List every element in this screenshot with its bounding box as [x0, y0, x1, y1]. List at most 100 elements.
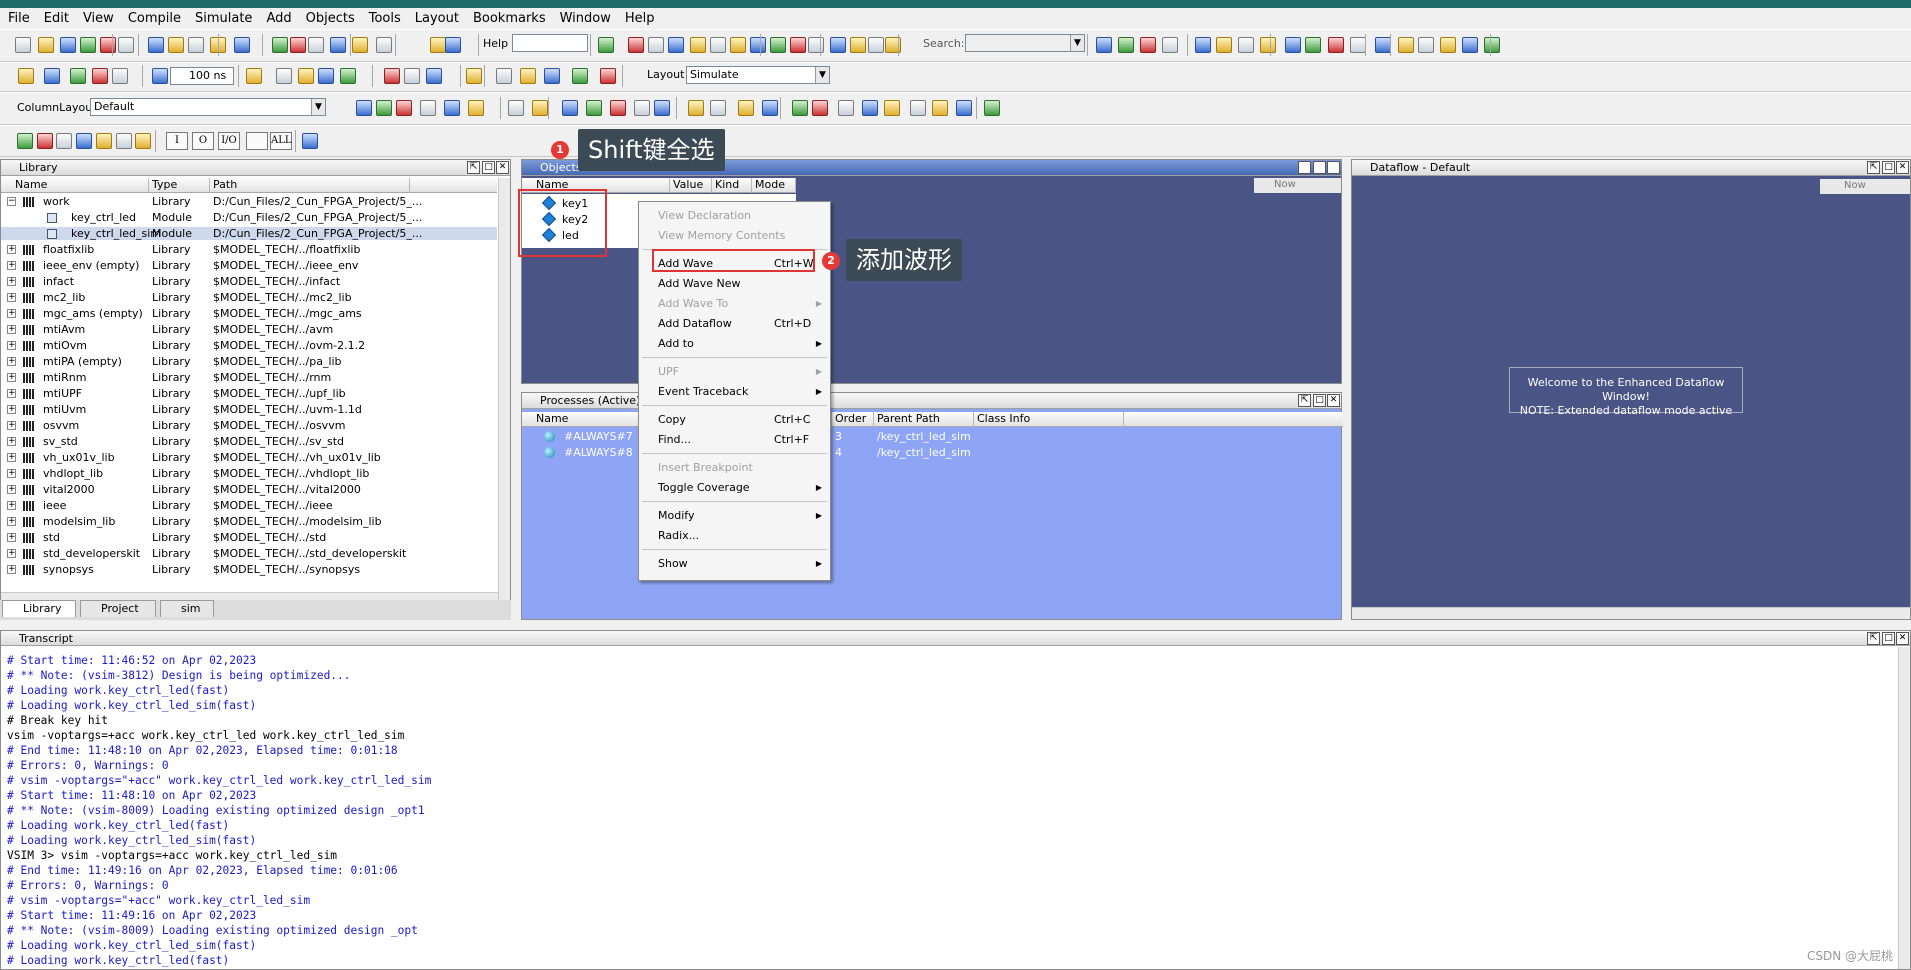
- toolbar-icon[interactable]: [37, 133, 53, 149]
- toolbar-icon[interactable]: [572, 68, 588, 84]
- col-parent-path[interactable]: Parent Path: [874, 412, 974, 427]
- chevron-down-icon[interactable]: ▼: [815, 67, 829, 83]
- filter-button[interactable]: [246, 132, 268, 150]
- filter-button[interactable]: ALL: [270, 132, 292, 150]
- expand-icon[interactable]: +: [7, 517, 16, 526]
- panel-close-button[interactable]: ✕: [496, 161, 509, 174]
- toolbar-icon[interactable]: [118, 37, 134, 53]
- panel-close-button[interactable]: ✕: [1896, 161, 1909, 174]
- library-row[interactable]: − work Library D:/Cun_Files/2_Cun_FPGA_Proj…: [1, 195, 497, 208]
- toolbar-icon[interactable]: [404, 68, 420, 84]
- toolbar-icon[interactable]: [850, 37, 866, 53]
- expand-icon[interactable]: +: [7, 309, 16, 318]
- toolbar-icon[interactable]: [1328, 37, 1344, 53]
- toolbar-icon[interactable]: [520, 68, 536, 84]
- menu-item-radix[interactable]: Radix...: [639, 526, 830, 546]
- toolbar-icon[interactable]: [1398, 37, 1414, 53]
- col-name[interactable]: Name: [1, 178, 149, 193]
- library-row[interactable]: + std_developerskit Library $MODEL_TECH/../…: [1, 547, 497, 560]
- col-type[interactable]: Type: [149, 178, 210, 193]
- library-row[interactable]: + osvvm Library $MODEL_TECH/../osvvm: [1, 419, 497, 432]
- menu-compile[interactable]: Compile: [128, 11, 181, 26]
- toolbar-icon[interactable]: [1096, 37, 1112, 53]
- toolbar-icon[interactable]: [1238, 37, 1254, 53]
- toolbar-icon[interactable]: [830, 37, 846, 53]
- toolbar-icon[interactable]: [688, 100, 704, 116]
- toolbar-icon[interactable]: [1285, 37, 1301, 53]
- toolbar-icon[interactable]: [932, 100, 948, 116]
- toolbar-icon[interactable]: [586, 100, 602, 116]
- toolbar-icon[interactable]: [56, 133, 72, 149]
- col-kind[interactable]: Kind: [712, 178, 752, 193]
- panel-undock-button[interactable]: ⇱: [1867, 161, 1880, 174]
- expand-icon[interactable]: +: [7, 261, 16, 270]
- toolbar-icon[interactable]: [420, 100, 436, 116]
- toolbar-icon[interactable]: [376, 37, 392, 53]
- toolbar-icon[interactable]: [168, 37, 184, 53]
- menu-item-find[interactable]: Find... Ctrl+F: [639, 430, 830, 450]
- panel-undock-button[interactable]: ⇱: [1867, 632, 1880, 645]
- toolbar-icon[interactable]: [654, 100, 670, 116]
- toolbar-icon[interactable]: [1350, 37, 1366, 53]
- toolbar-icon[interactable]: [1305, 37, 1321, 53]
- collapse-icon[interactable]: −: [7, 197, 16, 206]
- panel-maximize-button[interactable]: □: [1313, 161, 1326, 174]
- library-row[interactable]: + vhdlopt_lib Library $MODEL_TECH/../vhdlop…: [1, 467, 497, 480]
- search-input[interactable]: ▼: [965, 34, 1085, 52]
- toolbar-icon[interactable]: [838, 100, 854, 116]
- toolbar-icon[interactable]: [532, 100, 548, 116]
- expand-icon[interactable]: +: [7, 549, 16, 558]
- expand-icon[interactable]: +: [7, 245, 16, 254]
- library-row[interactable]: + vh_ux01v_lib Library $MODEL_TECH/../vh_ux…: [1, 451, 497, 464]
- expand-icon[interactable]: +: [7, 405, 16, 414]
- panel-close-button[interactable]: ✕: [1327, 161, 1340, 174]
- toolbar-icon[interactable]: [738, 100, 754, 116]
- panel-undock-button[interactable]: ⇱: [1298, 394, 1311, 407]
- toolbar-icon[interactable]: [1140, 37, 1156, 53]
- expand-icon[interactable]: +: [7, 565, 16, 574]
- toolbar-icon[interactable]: [808, 37, 824, 53]
- chevron-down-icon[interactable]: ▼: [1070, 35, 1084, 51]
- panel-undock-button[interactable]: ⇱: [467, 161, 480, 174]
- panel-undock-button[interactable]: ⇱: [1298, 161, 1311, 174]
- library-row[interactable]: + mtiPA (empty) Library $MODEL_TECH/../pa_l…: [1, 355, 497, 368]
- menu-layout[interactable]: Layout: [415, 11, 459, 26]
- toolbar-icon[interactable]: [634, 100, 650, 116]
- menu-item-add-to[interactable]: Add to ▶: [639, 334, 830, 354]
- library-row[interactable]: key_ctrl_led Module D:/Cun_Files/2_Cun_FPG…: [1, 211, 497, 224]
- toolbar-icon[interactable]: [508, 100, 524, 116]
- toolbar-icon[interactable]: [96, 133, 112, 149]
- panel-close-button[interactable]: ✕: [1327, 394, 1340, 407]
- toolbar-icon[interactable]: [308, 37, 324, 53]
- menu-item-event-traceback[interactable]: Event Traceback ▶: [639, 382, 830, 402]
- col-order[interactable]: Order: [832, 412, 874, 427]
- dataflow-hscrollbar[interactable]: [1352, 607, 1910, 619]
- toolbar-icon[interactable]: [70, 68, 86, 84]
- toolbar-icon[interactable]: [290, 37, 306, 53]
- toolbar-icon[interactable]: [628, 37, 644, 53]
- toolbar-icon[interactable]: [384, 68, 400, 84]
- toolbar-icon[interactable]: [1440, 37, 1456, 53]
- menu-file[interactable]: File: [8, 11, 30, 26]
- toolbar-icon[interactable]: [152, 68, 168, 84]
- menu-window[interactable]: Window: [560, 11, 611, 26]
- menu-bookmarks[interactable]: Bookmarks: [473, 11, 546, 26]
- toolbar-icon[interactable]: [792, 100, 808, 116]
- toolbar-icon[interactable]: [710, 100, 726, 116]
- expand-icon[interactable]: +: [7, 373, 16, 382]
- toolbar-icon[interactable]: [318, 68, 334, 84]
- toolbar-icon[interactable]: [44, 68, 60, 84]
- toolbar-icon[interactable]: [76, 133, 92, 149]
- library-vscrollbar[interactable]: [498, 178, 510, 600]
- menu-item-toggle-coverage[interactable]: Toggle Coverage ▶: [639, 478, 830, 498]
- toolbar-icon[interactable]: [468, 100, 484, 116]
- menu-view[interactable]: View: [83, 11, 114, 26]
- toolbar-icon[interactable]: [910, 100, 926, 116]
- toolbar-icon[interactable]: [18, 68, 34, 84]
- menu-help[interactable]: Help: [625, 11, 655, 26]
- library-row[interactable]: + mtiUPF Library $MODEL_TECH/../upf_lib: [1, 387, 497, 400]
- toolbar-icon[interactable]: [1216, 37, 1232, 53]
- library-row[interactable]: + mtiAvm Library $MODEL_TECH/../avm: [1, 323, 497, 336]
- toolbar-icon[interactable]: [38, 37, 54, 53]
- expand-icon[interactable]: +: [7, 325, 16, 334]
